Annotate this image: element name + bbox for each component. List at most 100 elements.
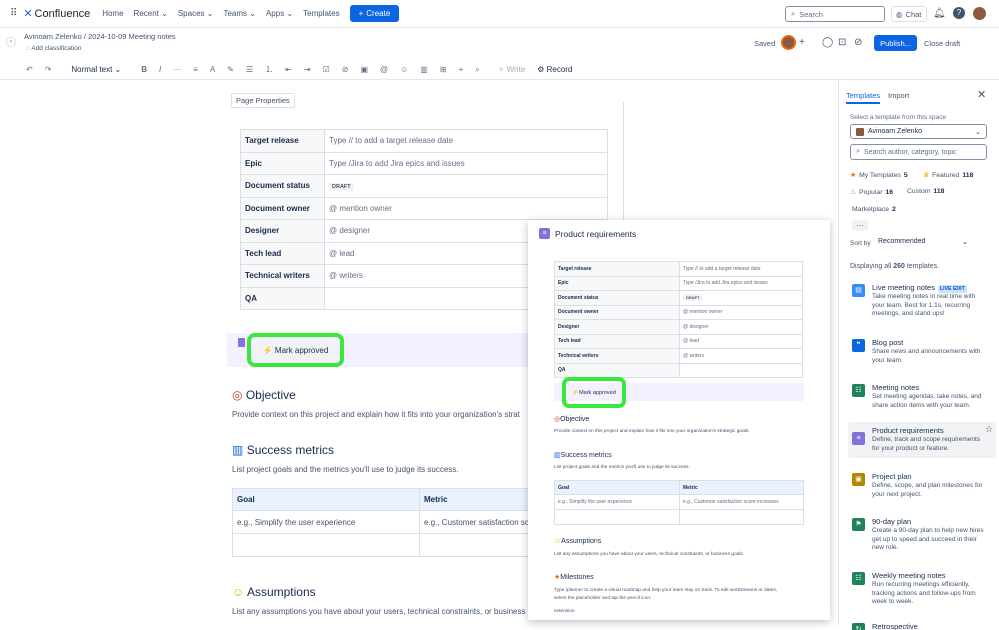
goal-cell-empty[interactable] bbox=[232, 533, 420, 557]
close-draft-button[interactable]: Close draft bbox=[924, 39, 960, 48]
find-icon[interactable]: ⌕ bbox=[475, 65, 479, 75]
search-icon: ⌕ bbox=[856, 148, 860, 155]
assumptions-heading-text: Assumptions bbox=[246, 585, 316, 599]
chat-button[interactable]: ◍ Chat bbox=[891, 6, 927, 22]
template-item[interactable]: ⚑ 90-day plan Create a 90-day plan to he… bbox=[848, 515, 996, 555]
image-icon[interactable]: ▣ bbox=[360, 65, 368, 74]
numbered-list-icon[interactable]: ⒈ bbox=[265, 64, 273, 75]
filter-marketplace[interactable]: Marketplace 2 bbox=[852, 206, 896, 213]
template-item[interactable]: ☷ Meeting notes Set meeting agendas, tak… bbox=[848, 381, 996, 413]
search-input[interactable]: ⌕ Search bbox=[785, 6, 885, 22]
filter-popular[interactable]: ♨ Popular 16 bbox=[850, 188, 893, 197]
nav-teams-label: Teams bbox=[223, 9, 248, 18]
property-value-cell[interactable]: DRAFT bbox=[324, 174, 608, 198]
link-icon[interactable]: ⊘ bbox=[854, 37, 862, 48]
preview-extension-label: extension bbox=[554, 609, 575, 614]
publish-button[interactable]: Publish... bbox=[874, 35, 917, 51]
space-select-label: Select a template from this space bbox=[850, 114, 947, 121]
document-icon: ≡ bbox=[539, 228, 550, 239]
emoji-icon[interactable]: ☺ bbox=[400, 65, 408, 74]
link-insert-icon[interactable]: ⊘ bbox=[342, 65, 349, 74]
layout-icon[interactable]: ▥ bbox=[420, 65, 428, 74]
breadcrumb-page[interactable]: 2024-10-09 Meeting notes bbox=[88, 32, 176, 41]
sidebar-toggle-icon[interactable]: › bbox=[6, 37, 16, 47]
nav-spaces[interactable]: Spaces ⌄ bbox=[178, 9, 214, 18]
filter-label: Popular bbox=[859, 188, 883, 196]
live-edit-badge: LIVE EDIT bbox=[937, 285, 967, 293]
property-value[interactable]: @ mention owner bbox=[324, 196, 608, 220]
avatar[interactable] bbox=[973, 7, 986, 20]
outdent-icon[interactable]: ⇤ bbox=[285, 65, 292, 74]
filter-featured[interactable]: ♛ Featured 118 bbox=[923, 171, 973, 180]
template-item[interactable]: ▣ Project plan Define, scope, and plan m… bbox=[848, 470, 996, 502]
template-item[interactable]: ☷ Weekly meeting notes Run recurring mee… bbox=[848, 569, 996, 609]
write-button[interactable]: ✧ Write bbox=[498, 65, 525, 74]
italic-icon[interactable]: I bbox=[159, 65, 161, 74]
template-item[interactable]: ↻ Retrospective bbox=[848, 620, 996, 630]
assumptions-heading: ☺ Assumptions bbox=[232, 585, 316, 599]
nav-templates[interactable]: Templates bbox=[303, 9, 339, 18]
insert-icon[interactable]: + bbox=[459, 65, 464, 74]
close-icon[interactable]: ✕ bbox=[977, 88, 986, 101]
nav-apps[interactable]: Apps ⌄ bbox=[266, 9, 293, 18]
sort-by-label: Sort by bbox=[850, 240, 871, 247]
help-icon[interactable]: ? bbox=[953, 7, 965, 19]
breadcrumb-user[interactable]: Avinoam Zelenko bbox=[24, 32, 82, 41]
undo-icon[interactable]: ↶ bbox=[26, 65, 33, 74]
chevron-down-icon: ⌄ bbox=[284, 9, 294, 18]
bold-icon[interactable]: B bbox=[141, 65, 147, 74]
restrictions-icon[interactable]: ⊡ bbox=[838, 37, 846, 48]
bullet-list-icon[interactable]: ☰ bbox=[246, 65, 253, 74]
objective-heading-text: Objective bbox=[245, 388, 296, 402]
text-style-select[interactable]: Normal text ⌄ bbox=[71, 65, 121, 74]
chevron-down-icon: ⌄ bbox=[112, 65, 122, 74]
comment-icon[interactable]: ◯ bbox=[822, 37, 833, 48]
nav-recent[interactable]: Recent ⌄ bbox=[134, 9, 168, 18]
align-icon[interactable]: ≡ bbox=[193, 65, 198, 74]
notifications-icon[interactable]: 🔔︎ bbox=[933, 8, 946, 19]
redo-icon[interactable]: ↷ bbox=[45, 65, 52, 74]
task-icon[interactable]: ☑ bbox=[323, 65, 330, 74]
write-icon: ✧ bbox=[497, 65, 507, 74]
goal-cell[interactable]: e.g., Simplify the user experience bbox=[232, 510, 420, 534]
table-row: Document owner @ mention owner bbox=[554, 304, 803, 320]
template-search-input[interactable]: ⌕ Search author, category, topic bbox=[850, 144, 987, 160]
template-item[interactable]: ▤ Live meeting notes LIVE EDIT Take meeti… bbox=[848, 281, 996, 321]
add-collaborator-icon[interactable]: + bbox=[799, 37, 805, 48]
filter-custom[interactable]: Custom 118 bbox=[907, 188, 944, 195]
text-color-icon[interactable]: A bbox=[210, 65, 215, 74]
confluence-logo[interactable]: ✕ Confluence bbox=[23, 7, 90, 21]
indent-icon[interactable]: ⇥ bbox=[304, 65, 311, 74]
highlight-icon[interactable]: ✎ bbox=[227, 65, 234, 74]
mark-approved-button[interactable]: ⚡ Mark approved bbox=[247, 333, 344, 367]
create-button[interactable]: + Create bbox=[349, 5, 400, 22]
more-formatting-icon[interactable]: ··· bbox=[173, 65, 181, 74]
tab-import[interactable]: Import bbox=[888, 91, 909, 100]
record-button[interactable]: ⚙ Record bbox=[537, 65, 572, 74]
metric-cell: e.g., Customer satisfaction score increa… bbox=[679, 494, 804, 510]
collaborator-avatar[interactable] bbox=[781, 35, 796, 50]
table-header-row: Goal Metric bbox=[554, 480, 804, 495]
property-value bbox=[679, 362, 803, 378]
nav-home[interactable]: Home bbox=[102, 9, 123, 18]
sort-select[interactable]: Recommended ⌄ bbox=[878, 238, 968, 246]
app-switcher-icon[interactable]: ⠿ bbox=[10, 8, 17, 19]
space-select[interactable]: Avinoam Zelenko ⌄ bbox=[850, 124, 987, 139]
nav-teams[interactable]: Teams ⌄ bbox=[223, 9, 256, 18]
star-outline-icon[interactable]: ☆ bbox=[985, 424, 993, 435]
property-value[interactable]: Type /Jira to add Jira epics and issues bbox=[324, 151, 608, 175]
page-properties-label[interactable]: Page Properties bbox=[231, 93, 295, 108]
mention-icon[interactable]: @ bbox=[380, 65, 388, 74]
filter-my-templates[interactable]: ★ My Templates 5 bbox=[850, 171, 908, 180]
add-classification[interactable]: ◌ Add classification bbox=[26, 45, 82, 52]
template-description: Share news and announcements with your t… bbox=[872, 348, 981, 364]
table-icon[interactable]: ⊞ bbox=[440, 65, 447, 74]
template-item[interactable]: ❞ Blog post Share news and announcements… bbox=[848, 336, 996, 368]
template-preview: ≡ Product requirements Target release Type… bbox=[528, 220, 830, 620]
template-item-selected[interactable]: ≡ Product requirements Define, track and… bbox=[848, 422, 996, 458]
property-value: @ writers bbox=[679, 348, 803, 364]
property-value[interactable]: Type // to add a target release date bbox=[324, 129, 608, 153]
tab-templates[interactable]: Templates bbox=[846, 91, 881, 104]
more-filters-icon[interactable]: ··· bbox=[852, 220, 868, 231]
status-badge[interactable]: DRAFT bbox=[329, 183, 354, 192]
